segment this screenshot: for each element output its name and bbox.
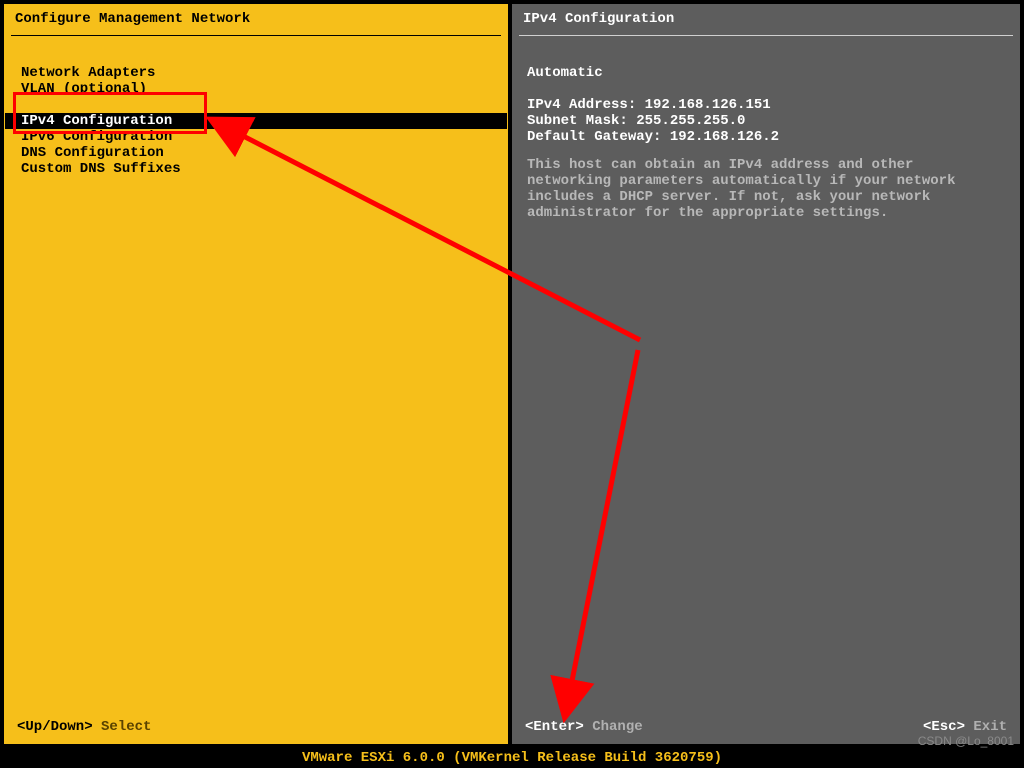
subnet-mask-line: Subnet Mask: 255.255.255.0: [513, 113, 1019, 129]
menu-item-ipv6-config[interactable]: IPv6 Configuration: [5, 129, 507, 145]
default-gateway-line: Default Gateway: 192.168.126.2: [513, 129, 1019, 145]
left-footer: <Up/Down> Select: [5, 719, 507, 735]
ipv4-address-line: IPv4 Address: 192.168.126.151: [513, 97, 1019, 113]
menu-spacer: [5, 97, 507, 113]
left-divider: [11, 35, 501, 36]
hint-action-select: Select: [93, 719, 152, 735]
watermark: CSDN @Lo_8001: [918, 734, 1014, 748]
right-footer: <Enter> Change <Esc> Exit: [513, 719, 1019, 735]
esxi-dcui-screen: Configure Management Network Network Ada…: [0, 0, 1024, 768]
hint-key-esc: <Esc>: [923, 719, 965, 735]
status-bar: VMware ESXi 6.0.0 (VMKernel Release Buil…: [0, 748, 1024, 768]
left-panel: Configure Management Network Network Ada…: [4, 4, 508, 744]
ipv4-mode: Automatic: [513, 65, 1019, 81]
hint-action-change: Change: [584, 719, 643, 735]
help-text: This host can obtain an IPv4 address and…: [513, 145, 1019, 221]
right-panel-title: IPv4 Configuration: [513, 5, 1019, 31]
menu-item-dns-config[interactable]: DNS Configuration: [5, 145, 507, 161]
subnet-mask-value: 255.255.255.0: [636, 113, 745, 129]
menu-item-custom-dns-suffixes[interactable]: Custom DNS Suffixes: [5, 161, 507, 177]
hint-key-updown: <Up/Down>: [17, 719, 93, 735]
right-body: Automatic IPv4 Address: 192.168.126.151 …: [513, 45, 1019, 707]
menu-item-network-adapters[interactable]: Network Adapters: [5, 65, 507, 81]
left-panel-title: Configure Management Network: [5, 5, 507, 31]
ipv4-address-value: 192.168.126.151: [645, 97, 771, 113]
left-menu[interactable]: Network Adapters VLAN (optional) IPv4 Co…: [5, 45, 507, 707]
default-gateway-value: 192.168.126.2: [670, 129, 779, 145]
menu-item-vlan[interactable]: VLAN (optional): [5, 81, 507, 97]
menu-item-ipv4-config[interactable]: IPv4 Configuration: [5, 113, 507, 129]
hint-action-exit: Exit: [965, 719, 1007, 735]
hint-key-enter: <Enter>: [525, 719, 584, 735]
right-divider: [519, 35, 1013, 36]
right-panel: IPv4 Configuration Automatic IPv4 Addres…: [512, 4, 1020, 744]
